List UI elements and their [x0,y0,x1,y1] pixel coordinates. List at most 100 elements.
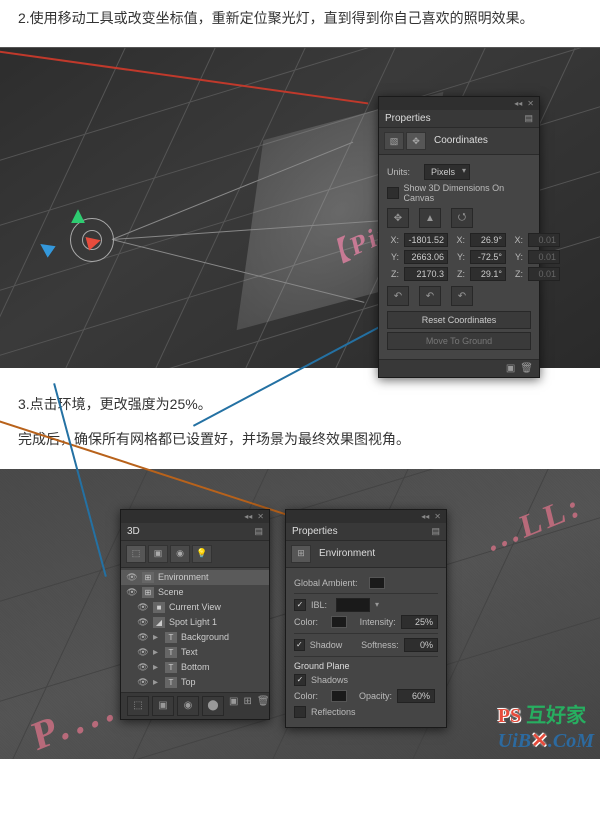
ibl-texture-swatch[interactable] [336,598,370,612]
layer-environment[interactable]: 👁⊞Environment [121,570,269,585]
3d-tool-icon[interactable]: ⬚ [127,696,149,716]
panel-title: Properties [385,113,431,124]
visibility-toggle-icon[interactable]: 👁 [137,647,149,658]
ground-shadows-checkbox[interactable] [294,674,306,686]
opacity-label: Opacity: [352,691,392,701]
ibl-label: IBL: [311,600,331,610]
properties-environment-panel: ◂◂ ✕ Properties ▤ ⊞ Environment Global Am… [285,509,447,728]
panel-close-icon[interactable]: ✕ [527,99,534,108]
layer-top[interactable]: 👁▸TTop [121,675,269,690]
properties-tab-label: Coordinates [428,132,494,150]
panel-collapse-icon[interactable]: ◂◂ [514,99,522,108]
show-dimensions-checkbox[interactable] [387,187,399,199]
softness-input[interactable]: 0% [404,638,438,652]
y-position-input[interactable]: 2663.06 [404,250,448,264]
visibility-toggle-icon[interactable]: 👁 [137,632,149,643]
x-position-input[interactable]: -1801.52 [404,233,448,247]
instruction-step-3: 3.点击环境，更改强度为25%。 [18,392,582,417]
layer-bottom[interactable]: 👁▸TBottom [121,660,269,675]
panel-collapse-icon[interactable]: ◂◂ [244,512,252,521]
reflections-label: Reflections [311,707,356,717]
layer-background[interactable]: 👁▸TBackground [121,630,269,645]
coordinates-grid: X:-1801.52 X:26.9° X:0.01 Y:2663.06 Y:-7… [387,233,531,281]
site-watermark: PS 互好家 UiB✕.CoM [498,699,594,753]
visibility-toggle-icon[interactable]: 👁 [137,602,149,613]
trash-icon[interactable]: 🗑 [257,696,270,716]
trash-icon[interactable]: 🗑 [520,363,533,374]
3d-scene-tree: 👁⊞Environment 👁⊞Scene 👁■Current View 👁◢S… [121,568,269,692]
3d-filter-light-icon[interactable]: 💡 [192,545,212,563]
global-ambient-swatch[interactable] [369,577,385,589]
move-tool-icon[interactable]: ✥ [387,208,409,228]
panel-menu-icon[interactable]: ▤ [254,526,263,537]
rotate-tool-icon[interactable]: ⭯ [451,208,473,228]
properties-tab-mesh-icon[interactable]: ▧ [384,132,404,150]
x-scale-input[interactable]: 0.01 [528,233,560,247]
intensity-input[interactable]: 25% [401,615,438,629]
move-to-ground-button[interactable]: Move To Ground [387,332,531,350]
y-rotation-input[interactable]: -72.5° [470,250,506,264]
layer-scene[interactable]: 👁⊞Scene [121,585,269,600]
y-scale-input[interactable]: 0.01 [528,250,560,264]
global-ambient-label: Global Ambient: [294,578,364,588]
intensity-label: Intensity: [352,617,396,627]
visibility-toggle-icon[interactable]: 👁 [126,587,138,598]
panel-title-properties: Properties [292,526,338,537]
3d-filter-mesh-icon[interactable]: ▣ [148,545,168,563]
layer-spot-light[interactable]: 👁◢Spot Light 1 [121,615,269,630]
visibility-toggle-icon[interactable]: 👁 [137,617,149,628]
ground-plane-label: Ground Plane [294,661,350,671]
screenshot-1: 【Pix... PS 互 好 家 ◂◂ ✕ Properties ▤ ▧ ✥ C… [0,47,600,368]
panel-menu-icon[interactable]: ▤ [524,113,533,124]
environment-tab-icon[interactable]: ⊞ [291,545,311,563]
undo2-icon[interactable]: ↶ [419,286,441,306]
layer-current-view[interactable]: 👁■Current View [121,600,269,615]
instruction-step-2: 2.使用移动工具或改变坐标值，重新定位聚光灯，直到得到你自己喜欢的照明效果。 [18,6,582,31]
visibility-toggle-icon[interactable]: 👁 [126,572,138,583]
units-label: Units: [387,167,419,177]
environment-tab-label: Environment [313,545,381,563]
3d-tool-icon[interactable]: ▣ [152,696,174,716]
units-dropdown[interactable]: Pixels [424,164,470,180]
panel-menu-icon[interactable]: ▤ [431,526,440,537]
undo3-icon[interactable]: ↶ [451,286,473,306]
ibl-checkbox[interactable] [294,599,306,611]
properties-panel: ◂◂ ✕ Properties ▤ ▧ ✥ Coordinates Units:… [378,96,540,378]
reflections-checkbox[interactable] [294,706,306,718]
panel-collapse-icon[interactable]: ◂◂ [421,512,429,521]
ground-color-label: Color: [294,691,326,701]
z-rotation-input[interactable]: 29.1° [470,267,506,281]
3d-filter-material-icon[interactable]: ◉ [170,545,190,563]
scale-tool-icon[interactable]: ▲ [419,208,441,228]
layer-text[interactable]: 👁▸TText [121,645,269,660]
ground-shadows-label: Shadows [311,675,348,685]
new-layer-icon[interactable]: ⊞ [243,696,251,716]
render-icon[interactable]: ▣ [229,696,238,716]
ibl-color-swatch[interactable] [331,616,347,628]
softness-label: Softness: [355,640,399,650]
3d-tool-icon[interactable]: ⬤ [202,696,224,716]
undo-icon[interactable]: ↶ [387,286,409,306]
3d-panel: ◂◂ ✕ 3D ▤ ⬚ ▣ ◉ 💡 👁⊞Environment 👁⊞Scene 👁… [120,509,270,720]
opacity-input[interactable]: 60% [397,689,435,703]
show-dimensions-label: Show 3D Dimensions On Canvas [404,183,531,203]
panel-close-icon[interactable]: ✕ [257,512,264,521]
3d-filter-scene-icon[interactable]: ⬚ [126,545,146,563]
z-scale-input[interactable]: 0.01 [528,267,560,281]
ibl-dropdown-icon[interactable]: ▾ [375,600,379,609]
shadow-checkbox[interactable] [294,639,305,651]
instruction-step-3b: 完成后，确保所有网格都已设置好，并场景为最终效果图视角。 [18,427,582,452]
shadow-label: Shadow [310,640,350,650]
render-icon[interactable]: ▣ [506,363,515,374]
3d-tool-icon[interactable]: ◉ [177,696,199,716]
screenshot-2: ...LL: P.... ◂◂✕ 3D ▤ ⬚ ▣ ◉ 💡 👁⊞Environm… [0,469,600,759]
panel-title-3d: 3D [127,526,140,537]
visibility-toggle-icon[interactable]: 👁 [137,677,149,688]
properties-tab-coordinates-icon[interactable]: ✥ [406,132,426,150]
z-position-input[interactable]: 2170.3 [404,267,448,281]
reset-coordinates-button[interactable]: Reset Coordinates [387,311,531,329]
ground-color-swatch[interactable] [331,690,347,702]
x-rotation-input[interactable]: 26.9° [470,233,506,247]
visibility-toggle-icon[interactable]: 👁 [137,662,149,673]
panel-close-icon[interactable]: ✕ [434,512,441,521]
